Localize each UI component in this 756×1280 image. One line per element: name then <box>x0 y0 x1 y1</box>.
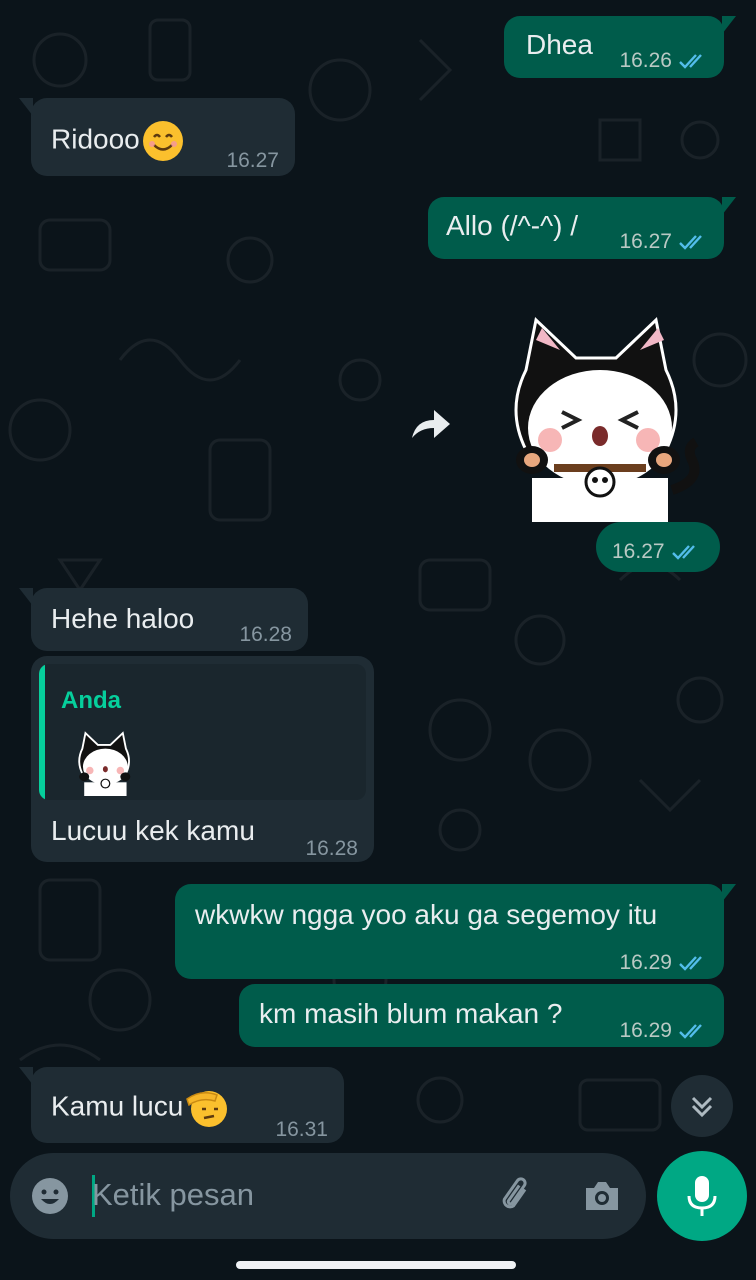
message-time: 16.29 <box>619 1019 672 1042</box>
message-bubble-incoming[interactable]: Hehe haloo 16.28 <box>19 588 308 652</box>
message-time: 16.28 <box>305 837 358 860</box>
message-meta: 16.27 <box>226 144 279 178</box>
message-text: Lucuu kek kamu <box>51 815 255 846</box>
message-time: 16.27 <box>612 540 665 563</box>
paperclip-icon[interactable] <box>496 1175 538 1217</box>
message-bubble-outgoing[interactable]: Dhea 16.26 <box>504 16 736 78</box>
read-ticks-icon <box>679 235 702 250</box>
message-meta: 16.27 <box>612 535 703 569</box>
read-ticks-icon <box>679 54 702 69</box>
message-time: 16.28 <box>239 623 292 646</box>
message-meta: 16.29 <box>619 946 710 980</box>
message-text: Allo (/^-^) / <box>446 210 579 241</box>
message-time: 16.27 <box>619 230 672 253</box>
message-time: 16.31 <box>275 1118 328 1141</box>
emoji-icon[interactable] <box>30 1176 70 1216</box>
saluting-face-emoji-icon <box>186 1091 228 1127</box>
message-text: wkwkw ngga yoo aku ga segemoy itu <box>195 899 658 930</box>
message-text-content: Kamu lucu <box>51 1090 184 1122</box>
voice-message-button[interactable] <box>657 1151 747 1241</box>
message-meta: 16.29 <box>619 1014 710 1048</box>
message-meta: 16.28 <box>239 618 292 652</box>
read-ticks-icon <box>679 956 702 971</box>
quoted-sticker-thumbnail <box>78 731 131 796</box>
gesture-home-indicator[interactable] <box>236 1261 516 1269</box>
cat-in-black-hood-sticker <box>514 317 700 522</box>
camera-icon[interactable] <box>582 1178 622 1214</box>
message-bubble-incoming[interactable]: Kamu lucu 16.31 <box>19 1067 344 1143</box>
quoted-sender: Anda <box>61 687 121 714</box>
scroll-to-bottom-button[interactable] <box>671 1075 733 1137</box>
microphone-icon <box>687 1176 717 1216</box>
double-chevron-down-icon <box>691 1096 713 1118</box>
message-time: 16.26 <box>619 49 672 72</box>
message-text: km masih blum makan ? <box>259 998 563 1029</box>
quoted-message[interactable]: Anda <box>39 664 366 800</box>
sticker-message[interactable] <box>496 310 708 522</box>
message-bubble-incoming-reply[interactable]: Anda Lucuu kek kamu 16.28 <box>31 656 374 862</box>
message-meta: 16.31 <box>275 1113 328 1147</box>
message-text: Ridooo <box>51 120 184 162</box>
message-text: Hehe haloo <box>51 603 195 634</box>
sticker-meta-pill: 16.27 <box>596 522 720 572</box>
quote-accent-bar <box>39 664 45 800</box>
read-ticks-icon <box>679 1024 702 1039</box>
message-text-content: Ridooo <box>51 123 140 155</box>
forward-icon[interactable] <box>408 404 452 444</box>
message-composer[interactable]: Ketik pesan <box>10 1153 646 1239</box>
message-bubble-outgoing[interactable]: km masih blum makan ? 16.29 <box>239 984 724 1047</box>
message-text: Kamu lucu <box>51 1087 229 1129</box>
message-time: 16.29 <box>619 951 672 974</box>
message-meta: 16.27 <box>619 225 710 259</box>
message-bubble-incoming[interactable]: Ridooo 16.27 <box>19 98 295 178</box>
message-meta: 16.26 <box>619 44 710 78</box>
read-ticks-icon <box>671 545 695 560</box>
message-bubble-outgoing[interactable]: wkwkw ngga yoo aku ga segemoy itu 16.29 <box>175 884 736 980</box>
message-meta: 16.28 <box>305 832 358 866</box>
message-text: Dhea <box>526 29 593 60</box>
message-time: 16.27 <box>226 149 279 172</box>
message-input[interactable]: Ketik pesan <box>92 1177 254 1213</box>
message-bubble-outgoing[interactable]: Allo (/^-^) / 16.27 <box>428 197 736 259</box>
smiling-face-emoji-icon <box>142 121 183 161</box>
